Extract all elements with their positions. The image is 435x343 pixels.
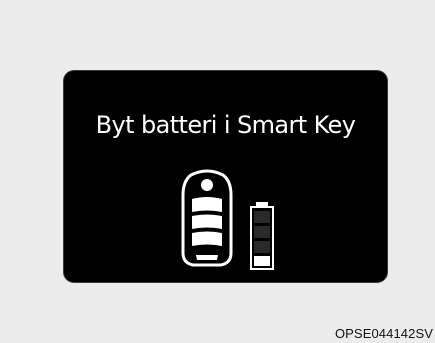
low-battery-icon	[250, 202, 274, 270]
smart-key-fob-icon	[181, 169, 233, 267]
battery-warning-message: Byt batteri i Smart Key	[95, 111, 356, 139]
figure-code: OPSE044142SV	[334, 326, 433, 341]
cluster-display: Byt batteri i Smart Key	[64, 71, 387, 282]
